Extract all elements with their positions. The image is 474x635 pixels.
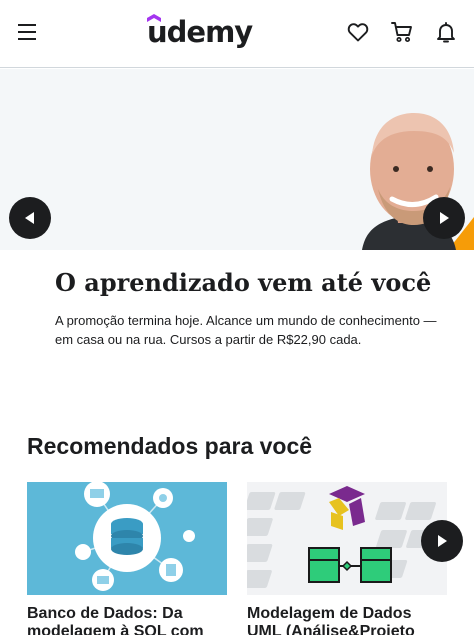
top-header: udemy [0,0,474,68]
hamburger-menu-icon[interactable] [18,24,38,40]
course-thumbnail[interactable] [247,482,447,595]
heart-icon[interactable] [346,20,370,44]
cart-icon[interactable] [390,20,414,44]
course-card[interactable]: Banco de Dados: Da modelagem à SQL com [27,482,227,635]
database-illustration [27,482,227,595]
hero-description: A promoção termina hoje. Alcance um mund… [55,313,437,347]
bell-icon[interactable] [434,20,458,44]
logo-cap-icon [147,14,161,22]
hero-next-button[interactable] [423,197,465,239]
course-title[interactable]: Banco de Dados: Da modelagem à SQL com [27,605,227,635]
udemy-logo[interactable]: udemy [147,12,253,52]
recommendations-next-button[interactable] [421,520,463,562]
course-title[interactable]: Modelagem de Dados UML (Análise&Projeto … [247,605,447,635]
logo-text: udemy [147,15,253,49]
chevron-left-icon [25,212,34,224]
chevron-right-icon [440,212,449,224]
course-card[interactable]: Modelagem de Dados UML (Análise&Projeto … [247,482,447,635]
hero-prev-button[interactable] [9,197,51,239]
hero-banner [0,69,474,250]
hero-title: O aprendizado vem até você [55,268,432,297]
chevron-right-icon [438,535,447,547]
uml-illustration [247,482,447,595]
recommendations-title: Recomendados para você [27,433,313,459]
course-thumbnail[interactable] [27,482,227,595]
